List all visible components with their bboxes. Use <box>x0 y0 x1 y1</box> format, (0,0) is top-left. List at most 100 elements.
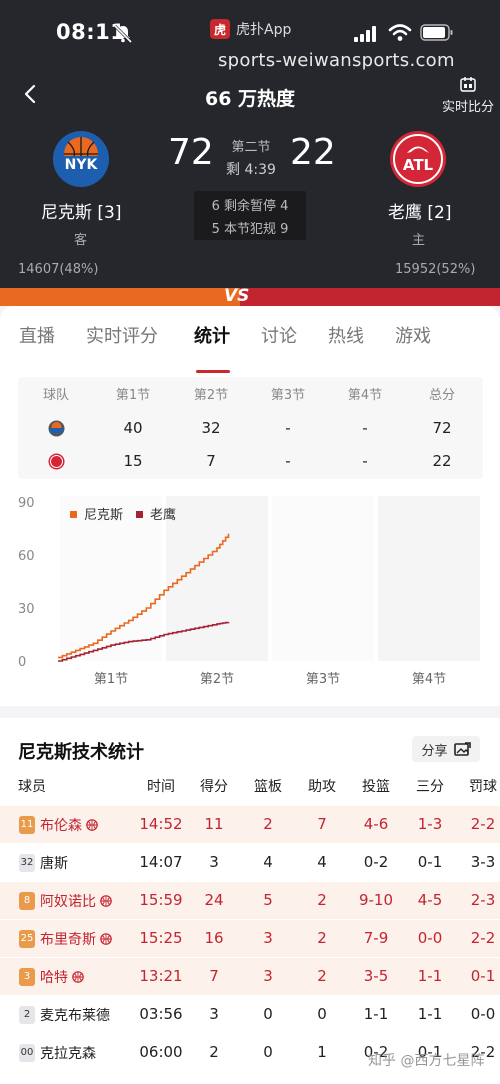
share-label: 分享 <box>421 743 448 759</box>
home-team-name[interactable]: 尼克斯 [3] <box>41 198 121 223</box>
stats-header-3: 篮板 <box>254 779 282 795</box>
knicks-logo-icon[interactable]: NYK <box>52 130 110 188</box>
realtime-score-button[interactable]: 实时比分 <box>440 76 496 115</box>
tab-stats[interactable]: 统计 <box>194 322 230 348</box>
stats-header-4: 助攻 <box>308 779 336 795</box>
stat-三分: 0-1 <box>417 853 443 871</box>
stat-得分: 2 <box>209 1043 219 1061</box>
tab-discussion[interactable]: 讨论 <box>261 322 297 348</box>
timeouts-remaining: 6 剩余暂停 4 <box>211 199 289 214</box>
tab-hotline[interactable]: 热线 <box>328 322 364 348</box>
away-team-name[interactable]: 老鹰 [2] <box>388 198 451 223</box>
cellular-signal-icon <box>354 26 376 42</box>
stats-header-5: 投篮 <box>362 779 390 795</box>
stat-助攻: 0 <box>317 1005 327 1023</box>
quarter-panel <box>272 496 374 661</box>
header-q4: 第4节 <box>347 388 383 403</box>
stat-投篮: 7-9 <box>363 929 389 947</box>
home-support-count[interactable]: 14607(48%) <box>18 262 98 277</box>
stat-时间: 13:21 <box>139 967 183 985</box>
stat-罚球: 2-2 <box>470 929 496 947</box>
stat-得分: 24 <box>204 891 224 909</box>
away-score: 22 <box>290 132 336 173</box>
stat-三分: 1-1 <box>417 1005 443 1023</box>
home-score: 72 <box>168 132 214 173</box>
heat-title: 66 万热度 <box>204 88 296 110</box>
hawks-logo-icon[interactable]: ATL <box>389 130 447 188</box>
score-table-header: 球队 第1节 第2节 第3节 第4节 总分 <box>18 381 483 411</box>
hawks-logo-text: ATL <box>403 156 434 174</box>
player-row[interactable]: 8 阿奴诺比 15:59 24 5 2 9-10 4-5 2-3 <box>0 882 500 919</box>
knicks-mini-logo-icon <box>48 420 65 437</box>
player-name[interactable]: 克拉克森 <box>40 1046 96 1062</box>
player-name[interactable]: 布伦森 <box>40 818 82 834</box>
quarter-score-table: 球队 第1节 第2节 第3节 第4节 总分 40 32 - - 72 15 7 … <box>18 377 483 479</box>
away-support-fill <box>240 288 500 306</box>
jersey-number: 00 <box>19 1044 35 1062</box>
stat-罚球: 0-0 <box>470 1005 496 1023</box>
stat-助攻: 4 <box>317 853 327 871</box>
hupu-logo-icon: 虎 <box>210 19 230 39</box>
home-q1: 40 <box>123 419 143 437</box>
player-name[interactable]: 哈特 <box>40 970 68 986</box>
app-indicator[interactable]: 虎 虎扑App <box>210 17 291 41</box>
stat-助攻: 2 <box>317 891 327 909</box>
player-name[interactable]: 麦克布莱德 <box>40 1008 110 1024</box>
header-q2: 第2节 <box>193 388 229 403</box>
x-tick-label: 第3节 <box>306 672 340 687</box>
bell-muted-icon <box>113 24 133 44</box>
stat-时间: 15:59 <box>139 891 183 909</box>
stat-三分: 4-5 <box>417 891 443 909</box>
stat-助攻: 1 <box>317 1043 327 1061</box>
away-q4: - <box>362 452 368 470</box>
legend-swatch <box>70 511 77 518</box>
stat-三分: 0-0 <box>417 929 443 947</box>
player-name[interactable]: 布里奇斯 <box>40 932 96 948</box>
player-row[interactable]: 3 哈特 13:21 7 3 2 3-5 1-1 0-1 <box>0 958 500 995</box>
hawks-mini-logo-icon <box>48 453 65 470</box>
away-q2: 7 <box>206 452 216 470</box>
stat-得分: 7 <box>209 967 219 985</box>
score-row-away: 15 7 - - 22 <box>18 446 483 476</box>
player-row[interactable]: 25 布里奇斯 15:25 16 3 2 7-9 0-0 2-2 <box>0 920 500 957</box>
player-row[interactable]: 32 唐斯 14:07 3 4 4 0-2 0-1 3-3 <box>0 844 500 881</box>
home-team-side: 客 <box>74 233 88 248</box>
stat-篮板: 3 <box>263 967 273 985</box>
stat-篮板: 4 <box>263 853 273 871</box>
tab-rating[interactable]: 实时评分 <box>86 322 158 348</box>
stat-时间: 15:25 <box>139 929 183 947</box>
player-row[interactable]: 2 麦克布莱德 03:56 3 0 0 1-1 1-1 0-0 <box>0 996 500 1033</box>
stats-title: 尼克斯技术统计 <box>18 742 144 763</box>
wifi-icon <box>388 24 412 41</box>
stat-投篮: 4-6 <box>363 815 389 833</box>
tab-live[interactable]: 直播 <box>19 322 55 348</box>
stat-时间: 03:56 <box>139 1005 183 1023</box>
stat-篮板: 0 <box>263 1043 273 1061</box>
stat-罚球: 3-3 <box>470 853 496 871</box>
header-q1: 第1节 <box>115 388 151 403</box>
game-info-box: 6 剩余暂停 4 5 本节犯规 9 <box>194 191 306 240</box>
game-header: 08:11 虎 虎扑App sports-weiwansports.com 66… <box>0 0 500 288</box>
score-trend-chart: 90 60 30 0 第1节 第2节 第3节 第4节 尼克斯 老鹰 <box>18 496 480 687</box>
quarter-panel <box>378 496 480 661</box>
jersey-number: 32 <box>19 854 35 872</box>
stats-header-7: 罚球 <box>469 779 497 795</box>
support-bar[interactable]: VS <box>0 288 500 306</box>
x-tick-label: 第2节 <box>200 672 234 687</box>
player-row[interactable]: 11 布伦森 14:52 11 2 7 4-6 1-3 2-2 <box>0 806 500 843</box>
share-button[interactable]: 分享 <box>412 736 480 762</box>
stat-篮板: 0 <box>263 1005 273 1023</box>
stat-时间: 14:52 <box>139 815 183 833</box>
stat-篮板: 2 <box>263 815 273 833</box>
away-q1: 15 <box>123 452 143 470</box>
home-total: 72 <box>432 419 452 437</box>
tab-games[interactable]: 游戏 <box>395 322 431 348</box>
home-q2: 32 <box>201 419 221 437</box>
away-support-count[interactable]: 15952(52%) <box>395 262 475 277</box>
player-stats-card: 尼克斯技术统计 分享 球员 时间 得分 篮板 助攻 投篮 三分 罚球 11 布伦森 14:52 11… <box>0 718 500 1084</box>
stat-罚球: 2-3 <box>470 891 496 909</box>
stat-投篮: 0-2 <box>363 853 389 871</box>
player-name[interactable]: 阿奴诺比 <box>40 894 96 910</box>
zhihu-watermark: 知乎 @西方七星阵 <box>368 1053 485 1069</box>
player-name[interactable]: 唐斯 <box>40 856 68 872</box>
